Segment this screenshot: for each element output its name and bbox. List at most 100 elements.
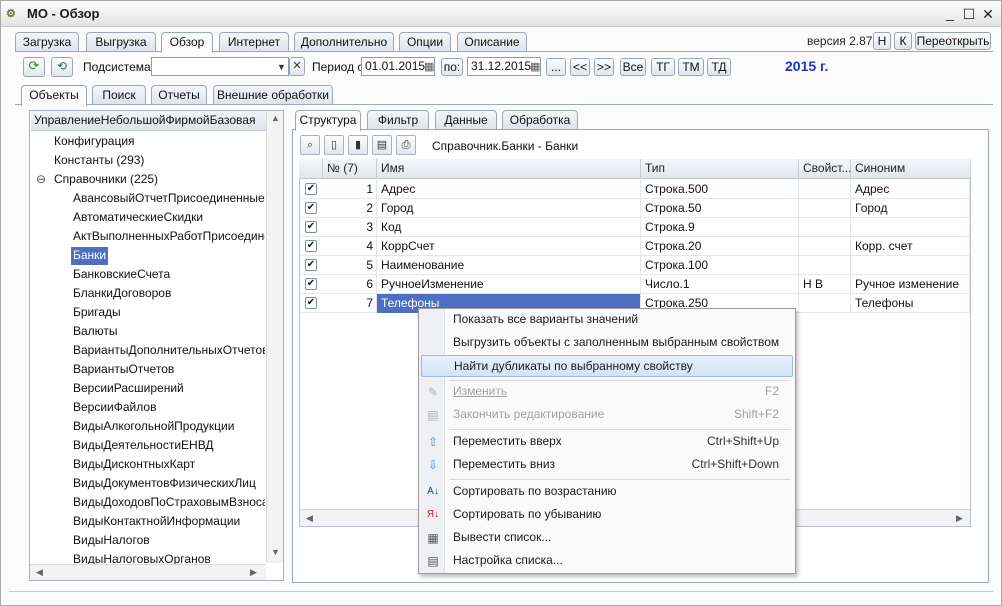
tab-structure[interactable]: Структура: [295, 110, 361, 131]
cell-number[interactable]: 6: [323, 275, 377, 294]
menu-item-edit[interactable]: ✎ Изменить F2: [421, 381, 793, 403]
row-checkbox[interactable]: ✔: [305, 297, 317, 309]
cell-type[interactable]: Строка.20: [641, 237, 799, 256]
tree-item[interactable]: ВидыДокументовФизическихЛиц: [71, 475, 258, 493]
cell-synonym[interactable]: Телефоны: [851, 294, 970, 313]
all-button[interactable]: Все: [620, 58, 646, 76]
table-row[interactable]: ✔ 4 КоррСчет Строка.20 Корр. счет: [299, 237, 970, 256]
tree-item[interactable]: ВариантыДополнительныхОтчетов: [71, 342, 265, 360]
tree-item[interactable]: АвтоматическиеСкидки: [71, 209, 205, 227]
scroll-down-icon[interactable]: ▼: [271, 547, 280, 557]
calendar-icon[interactable]: ▦: [424, 60, 434, 73]
td-button[interactable]: ТД: [707, 58, 731, 76]
minimize-button[interactable]: _: [941, 4, 959, 22]
table-row[interactable]: ✔ 2 Город Строка.50 Город: [299, 199, 970, 218]
menu-item-move-down[interactable]: ⇩ Переместить вниз Ctrl+Shift+Down: [421, 454, 793, 476]
tree-item[interactable]: ВидыДисконтныхКарт: [71, 456, 197, 474]
grid-header-synonym[interactable]: Синоним: [851, 159, 971, 179]
tree-item[interactable]: Валюты: [71, 323, 120, 341]
close-button[interactable]: ✕: [979, 5, 997, 23]
calendar-icon[interactable]: ▦: [530, 60, 540, 73]
cell-name[interactable]: Наименование: [377, 256, 641, 275]
cell-name[interactable]: Адрес: [377, 180, 641, 199]
tab-zagruzka[interactable]: Загрузка: [15, 32, 79, 52]
cell-props[interactable]: [799, 256, 851, 275]
cell-synonym[interactable]: Город: [851, 199, 970, 218]
tree-item[interactable]: ВидыНалогов: [71, 532, 152, 550]
tree-item[interactable]: БланкиДоговоров: [71, 285, 173, 303]
cell-props[interactable]: Н В: [799, 275, 851, 294]
clear-icon[interactable]: ✕: [289, 57, 305, 76]
next-period-button[interactable]: >>: [594, 58, 614, 76]
cell-name[interactable]: РучноеИзменение: [377, 275, 641, 294]
tree-item[interactable]: ВидыКонтактнойИнформации: [71, 513, 242, 531]
tab-opcii[interactable]: Опции: [399, 32, 451, 52]
tree-item[interactable]: АвансовыйОтчетПрисоединенныеФа: [71, 190, 265, 208]
cell-type[interactable]: Строка.9: [641, 218, 799, 237]
menu-item-export-filled[interactable]: Выгрузить объекты с заполненным выбранны…: [421, 332, 793, 354]
row-checkbox[interactable]: ✔: [305, 240, 317, 252]
tree-root-item[interactable]: Конфигурация: [52, 133, 137, 151]
cell-synonym[interactable]: [851, 256, 970, 275]
menu-item-end-edit[interactable]: ▤ Закончить редактирование Shift+F2: [421, 404, 793, 426]
column-select-icon[interactable]: ▮: [348, 135, 368, 155]
grid-header-type[interactable]: Тип: [641, 159, 799, 179]
cell-number[interactable]: 7: [323, 294, 377, 313]
maximize-button[interactable]: ☐: [960, 5, 978, 23]
scroll-left-icon[interactable]: ◀: [36, 567, 43, 578]
cell-synonym[interactable]: Ручное изменение: [851, 275, 970, 294]
tree-item[interactable]: ВидыДоходовПоСтраховымВзносам: [71, 494, 265, 512]
paste-icon[interactable]: ▤: [372, 135, 392, 155]
tab-reports[interactable]: Отчеты: [151, 85, 207, 105]
scroll-right-icon[interactable]: ▶: [250, 567, 257, 578]
grid-header-name[interactable]: Имя: [377, 159, 641, 179]
cell-props[interactable]: [799, 199, 851, 218]
cell-number[interactable]: 2: [323, 199, 377, 218]
tree-item[interactable]: ВерсииФайлов: [71, 399, 158, 417]
row-checkbox[interactable]: ✔: [305, 183, 317, 195]
cell-type[interactable]: Строка.100: [641, 256, 799, 275]
tg-button[interactable]: ТГ: [651, 58, 675, 76]
reopen-button[interactable]: Переоткрыть: [915, 32, 991, 50]
cell-type[interactable]: Число.1: [641, 275, 799, 294]
row-checkbox[interactable]: ✔: [305, 259, 317, 271]
tab-opisanie[interactable]: Описание: [457, 32, 527, 52]
cell-synonym[interactable]: Корр. счет: [851, 237, 970, 256]
refresh-icon[interactable]: ⟳: [23, 57, 45, 77]
tab-obzor[interactable]: Обзор: [161, 32, 213, 53]
k-button[interactable]: К: [894, 32, 912, 50]
period-select-button[interactable]: ...: [546, 58, 566, 76]
scroll-left-icon[interactable]: ◀: [306, 513, 313, 524]
tree-item[interactable]: АктВыполненныхРаботПрисоединенн: [71, 228, 265, 246]
menu-item-sort-desc[interactable]: Я↓ Сортировать по убыванию: [421, 504, 793, 526]
tree-item[interactable]: Бригады: [71, 304, 123, 322]
cell-name[interactable]: Код: [377, 218, 641, 237]
menu-item-find-duplicates[interactable]: Найти дубликаты по выбранному свойству: [421, 355, 793, 377]
menu-item-list-settings[interactable]: ▤ Настройка списка...: [421, 550, 793, 572]
h-button[interactable]: Н: [873, 32, 891, 50]
cell-number[interactable]: 5: [323, 256, 377, 275]
tree-item[interactable]: ВидыАлкогольнойПродукции: [71, 418, 236, 436]
chevron-down-icon[interactable]: ▼: [277, 62, 286, 72]
cell-props[interactable]: [799, 180, 851, 199]
cell-name[interactable]: КоррСчет: [377, 237, 641, 256]
save-refresh-icon[interactable]: ⟲: [51, 57, 73, 77]
table-row[interactable]: ✔ 5 Наименование Строка.100: [299, 256, 970, 275]
menu-item-show-all-values[interactable]: Показать все варианты значений: [421, 309, 793, 331]
tree-item[interactable]: ВерсииРасширений: [71, 380, 186, 398]
cell-props[interactable]: [799, 294, 851, 313]
cell-number[interactable]: 1: [323, 180, 377, 199]
cell-props[interactable]: [799, 218, 851, 237]
tab-data[interactable]: Данные: [435, 110, 497, 130]
table-row[interactable]: ✔ 6 РучноеИзменение Число.1 Н В Ручное измене…: [299, 275, 970, 294]
prev-period-button[interactable]: <<: [570, 58, 590, 76]
cell-type[interactable]: Строка.500: [641, 180, 799, 199]
cell-number[interactable]: 3: [323, 218, 377, 237]
table-row[interactable]: ✔ 3 Код Строка.9: [299, 218, 970, 237]
row-checkbox[interactable]: ✔: [305, 278, 317, 290]
tab-filter[interactable]: Фильтр: [367, 110, 429, 130]
cell-type[interactable]: Строка.50: [641, 199, 799, 218]
tab-internet[interactable]: Интернет: [219, 32, 289, 52]
tab-objects[interactable]: Объекты: [21, 85, 87, 106]
tree-vscrollbar[interactable]: ▲ ▼: [266, 111, 283, 563]
